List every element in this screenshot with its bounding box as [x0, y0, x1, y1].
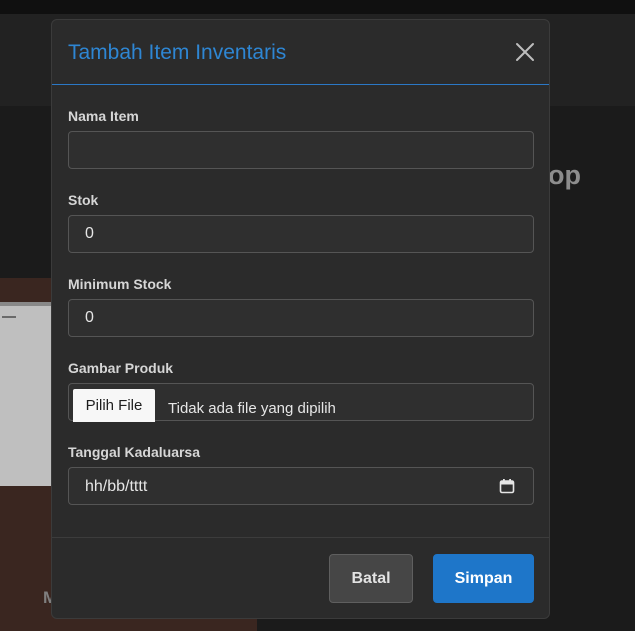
calendar-icon[interactable]: [499, 478, 515, 494]
stok-input[interactable]: [68, 215, 534, 253]
background-thumbnail: [0, 302, 52, 486]
background-heading-fragment: op: [548, 160, 581, 190]
nama-item-input[interactable]: [68, 131, 534, 169]
tanggal-kadaluarsa-label: Tanggal Kadaluarsa: [68, 444, 201, 460]
nama-item-label: Nama Item: [68, 108, 139, 124]
minimum-stock-label: Minimum Stock: [68, 276, 172, 292]
close-button[interactable]: [514, 41, 536, 63]
modal-header: Tambah Item Inventaris: [52, 20, 549, 85]
save-button[interactable]: Simpan: [433, 554, 534, 603]
date-placeholder: hh/bb/tttt: [85, 478, 148, 495]
close-icon: [516, 43, 534, 61]
gambar-produk-file-input[interactable]: Pilih File Tidak ada file yang dipilih: [68, 383, 534, 422]
tanggal-kadaluarsa-input[interactable]: hh/bb/tttt: [68, 467, 534, 505]
stok-label: Stok: [68, 192, 99, 208]
minimum-stock-input[interactable]: [68, 299, 534, 337]
file-status-text: Tidak ada file yang dipilih: [168, 400, 336, 417]
cancel-button[interactable]: Batal: [329, 554, 413, 603]
modal-title: Tambah Item Inventaris: [68, 41, 287, 64]
choose-file-button[interactable]: Pilih File: [73, 389, 155, 422]
gambar-produk-label: Gambar Produk: [68, 360, 174, 376]
add-inventory-modal: Tambah Item Inventaris Nama Item Stok Mi…: [51, 19, 550, 619]
background-topbar: [0, 0, 635, 14]
modal-footer: Batal Simpan: [52, 537, 549, 618]
